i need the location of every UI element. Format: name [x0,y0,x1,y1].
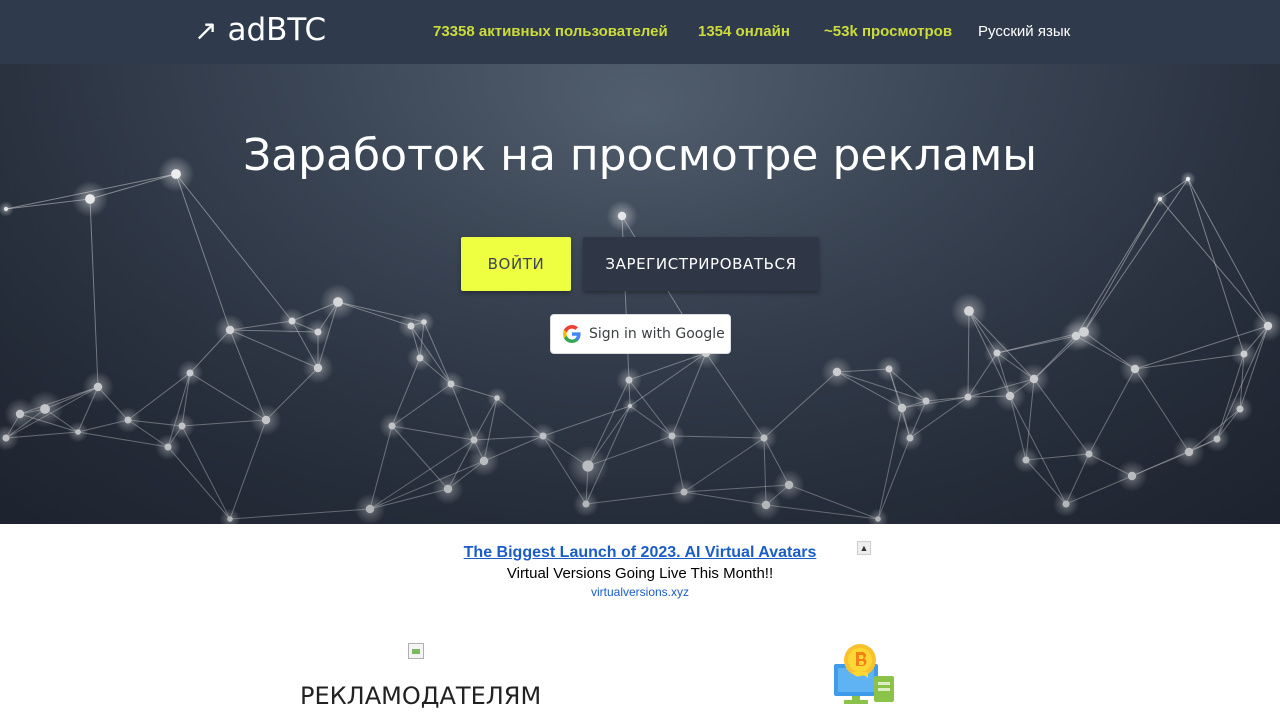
advertisers-image [408,643,424,659]
hero-banner: Заработок на просмотре рекламы ВОЙТИ ЗАР… [0,64,1280,524]
active-users-stat: 73358 активных пользователей [433,23,668,40]
top-navbar: ↗ adBTC 73358 активных пользователей 135… [0,0,1280,64]
logo-text: adBTC [227,12,327,48]
ad-choices-icon[interactable]: ▲ [857,541,871,555]
trending-arrow-icon: ↗ [194,13,218,47]
login-button[interactable]: ВОЙТИ [461,237,571,291]
ad-headline-link[interactable]: The Biggest Launch of 2023. AI Virtual A… [0,544,1280,562]
advertisers-section-title: РЕКЛАМОДАТЕЛЯМ [300,682,542,710]
logo-link[interactable]: ↗ adBTC [194,12,326,48]
ad-url-link[interactable]: virtualversions.xyz [0,585,1280,599]
google-signin-label: Sign in with Google [589,326,725,342]
online-users-stat: 1354 онлайн [698,23,790,40]
register-button[interactable]: ЗАРЕГИСТРИРОВАТЬСЯ [583,237,819,291]
views-stat: ~53k просмотров [824,23,953,40]
bitcoin-monitor-icon [834,644,894,704]
text-ad-block: The Biggest Launch of 2023. AI Virtual A… [0,544,1280,599]
hero-title: Заработок на просмотре рекламы [242,130,1038,181]
language-selector[interactable]: Русский язык [978,23,1070,40]
google-signin-button[interactable]: Sign in with Google [550,314,731,354]
ad-description: Virtual Versions Going Live This Month!! [506,565,774,582]
google-g-icon [563,325,581,343]
